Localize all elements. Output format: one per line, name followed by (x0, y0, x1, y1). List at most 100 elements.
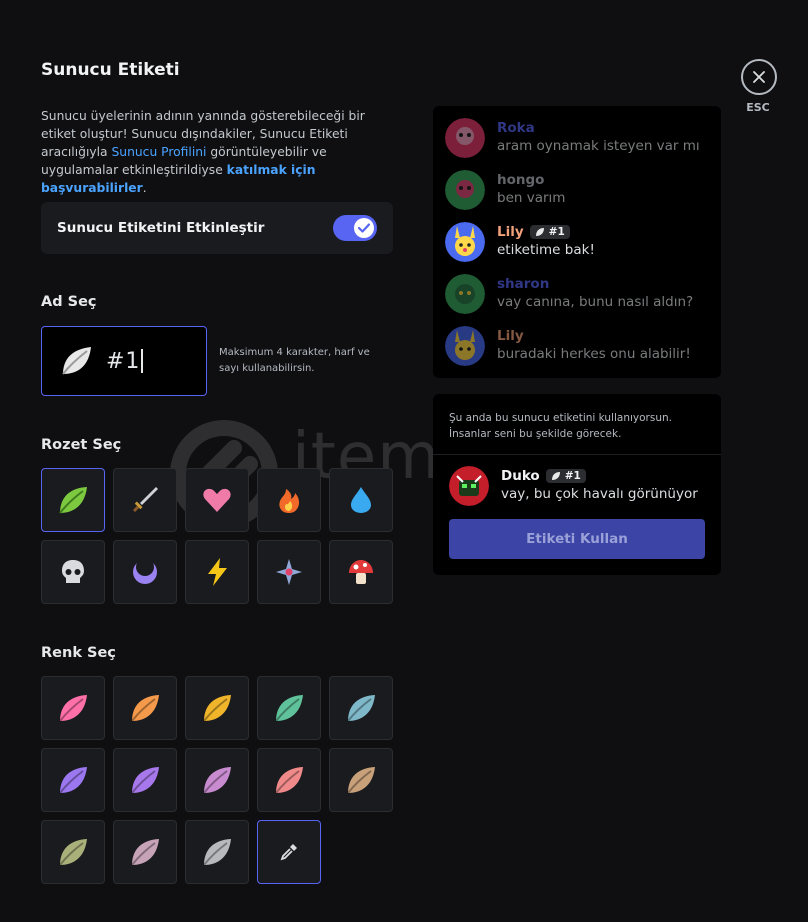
eyedropper-icon (280, 844, 297, 861)
avatar (445, 274, 485, 314)
leaf-icon (59, 767, 87, 794)
page-title: Sunucu Etiketi (41, 60, 180, 80)
color-option[interactable] (41, 676, 105, 740)
leaf-icon (59, 695, 87, 722)
star-icon (276, 559, 302, 585)
server-tag-text: #1 (564, 470, 581, 482)
server-tag-chip: #1 (545, 469, 586, 483)
avatar (445, 170, 485, 210)
color-option[interactable] (329, 748, 393, 812)
badge-heading: Rozet Seç (41, 437, 122, 453)
use-tag-button[interactable]: Etiketi Kullan (449, 519, 705, 559)
leaf-icon (203, 695, 231, 722)
message-body: Lily #1 etiketime bak! (497, 222, 595, 274)
message-body: hongo ben varım (497, 170, 565, 222)
badge-option-leaf[interactable] (41, 468, 105, 532)
leaf-icon (59, 839, 87, 866)
server-tag-chip: #1 (529, 225, 570, 239)
fire-icon (279, 489, 300, 513)
color-option[interactable] (257, 748, 321, 812)
author-name: Duko (501, 468, 540, 484)
author-name: Lily (497, 224, 524, 240)
custom-color-picker[interactable] (257, 820, 321, 884)
color-option[interactable] (257, 676, 321, 740)
message-author: Roka (497, 118, 700, 138)
color-option[interactable] (185, 820, 249, 884)
message-body: Roka aram oynamak isteyen var mı (497, 118, 700, 170)
enable-tag-row: Sunucu Etiketini Etkinleştir (41, 202, 393, 254)
avatar (445, 118, 485, 158)
leaf-icon (62, 347, 91, 375)
badge-option-heart[interactable] (185, 468, 249, 532)
leaf-icon (347, 767, 375, 794)
moon-icon (133, 558, 157, 584)
close-button[interactable] (741, 59, 777, 95)
avatar (445, 222, 485, 262)
name-heading: Ad Seç (41, 294, 97, 310)
server-profile-link[interactable]: Sunucu Profilini (112, 145, 207, 159)
author-name: Roka (497, 120, 535, 136)
badge-option-star[interactable] (257, 540, 321, 604)
color-option[interactable] (113, 820, 177, 884)
message-author: Duko #1 (501, 466, 698, 486)
chat-message: Lily #1 etiketime bak! (445, 222, 709, 274)
lightning-icon (208, 558, 227, 586)
color-option[interactable] (113, 676, 177, 740)
color-heading: Renk Seç (41, 645, 116, 661)
text-caret (141, 349, 143, 373)
color-option[interactable] (185, 676, 249, 740)
message-author: Lily #1 (497, 222, 595, 242)
author-name: sharon (497, 276, 550, 292)
badge-option-skull[interactable] (41, 540, 105, 604)
badge-option-fire[interactable] (257, 468, 321, 532)
toggle-knob (354, 218, 374, 238)
badge-option-lightning[interactable] (185, 540, 249, 604)
message-author: Lily (497, 326, 691, 346)
color-option[interactable] (329, 676, 393, 740)
message-text: aram oynamak isteyen var mı (497, 138, 700, 154)
mushroom-icon (349, 560, 373, 584)
author-name: hongo (497, 172, 545, 188)
color-option[interactable] (185, 748, 249, 812)
leaf-icon (131, 695, 159, 722)
message-body: sharon vay canına, bunu nasıl aldın? (497, 274, 693, 326)
leaf-icon (551, 472, 560, 480)
message-body: Duko #1 vay, bu çok havalı görünüyor (501, 466, 698, 506)
name-hint: Maksimum 4 karakter, harf ve sayı kullan… (219, 347, 370, 374)
badge-grid (41, 468, 393, 604)
enable-tag-label: Sunucu Etiketini Etkinleştir (57, 220, 265, 236)
avatar (445, 326, 485, 366)
usage-preview-panel: Şu anda bu sunucu etiketini kullanıyorsu… (433, 394, 721, 575)
chat-message: Roka aram oynamak isteyen var mı (445, 118, 709, 170)
badge-option-water-drop[interactable] (329, 468, 393, 532)
leaf-icon (203, 839, 231, 866)
sword-icon (132, 487, 158, 513)
color-option[interactable] (41, 748, 105, 812)
chat-preview-panel: Roka aram oynamak isteyen var mı hongo b… (433, 106, 721, 378)
enable-tag-toggle[interactable] (333, 215, 377, 241)
usage-message: Duko #1 vay, bu çok havalı görünüyor (449, 466, 698, 506)
leaf-icon (275, 695, 303, 722)
leaf-icon (59, 487, 87, 514)
description: Sunucu üyelerinin adının yanında göstere… (41, 107, 401, 197)
color-option[interactable] (41, 820, 105, 884)
message-author: hongo (497, 170, 565, 190)
badge-option-moon[interactable] (113, 540, 177, 604)
heart-icon (203, 488, 231, 512)
color-option[interactable] (113, 748, 177, 812)
check-icon (358, 223, 370, 233)
message-author: sharon (497, 274, 693, 294)
badge-option-mushroom[interactable] (329, 540, 393, 604)
message-body: Lily buradaki herkes onu alabilir! (497, 326, 691, 378)
close-icon (753, 71, 765, 83)
close-control: ESC (741, 59, 777, 114)
chat-message: Lily buradaki herkes onu alabilir! (445, 326, 709, 378)
leaf-icon (347, 695, 375, 722)
leaf-icon (535, 228, 544, 236)
badge-option-sword[interactable] (113, 468, 177, 532)
color-grid (41, 676, 393, 884)
leaf-icon (131, 839, 159, 866)
chat-message: sharon vay canına, bunu nasıl aldın? (445, 274, 709, 326)
tag-name-input[interactable]: #1 (41, 326, 207, 396)
message-text: ben varım (497, 190, 566, 206)
